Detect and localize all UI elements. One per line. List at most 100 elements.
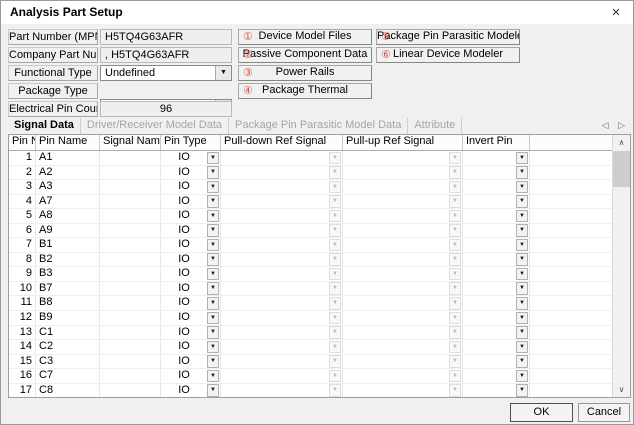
signal-name-cell[interactable] — [100, 340, 161, 354]
chevron-down-icon[interactable]: ▼ — [516, 253, 528, 266]
chevron-down-icon[interactable]: ▼ — [516, 341, 528, 354]
invert-pin-cell[interactable]: ▼ — [463, 253, 530, 267]
chevron-down-icon[interactable]: ▼ — [207, 166, 219, 179]
pin-type-cell[interactable]: IO ▼ — [161, 296, 221, 310]
tab-signal-data[interactable]: Signal Data — [8, 118, 81, 134]
pin-type-cell[interactable]: IO ▼ — [161, 355, 221, 369]
invert-pin-cell[interactable]: ▼ — [463, 180, 530, 194]
signal-name-cell[interactable] — [100, 326, 161, 340]
chevron-down-icon[interactable]: ▼ — [516, 181, 528, 194]
pin-type-cell[interactable]: IO ▼ — [161, 326, 221, 340]
chevron-down-icon[interactable]: ▼ — [207, 297, 219, 310]
chevron-down-icon[interactable]: ▼ — [207, 268, 219, 281]
passive-component-data-button[interactable]: ② Passive Component Data — [238, 47, 372, 63]
chevron-down-icon[interactable]: ▼ — [516, 384, 528, 397]
chevron-down-icon[interactable]: ▼ — [516, 239, 528, 252]
signal-name-cell[interactable] — [100, 267, 161, 281]
tab-driver-receiver-model-data[interactable]: Driver/Receiver Model Data — [81, 118, 229, 134]
invert-pin-cell[interactable]: ▼ — [463, 224, 530, 238]
signal-name-cell[interactable] — [100, 180, 161, 194]
chevron-down-icon[interactable]: ▼ — [207, 326, 219, 339]
pin-type-cell[interactable]: IO ▼ — [161, 282, 221, 296]
signal-name-cell[interactable] — [100, 384, 161, 397]
ok-button[interactable]: OK — [510, 403, 573, 422]
close-button[interactable]: × — [605, 3, 627, 22]
chevron-down-icon[interactable]: ▼ — [215, 66, 231, 80]
chevron-down-icon[interactable]: ▼ — [207, 181, 219, 194]
signal-name-cell[interactable] — [100, 166, 161, 180]
pin-type-cell[interactable]: IO ▼ — [161, 151, 221, 165]
pin-type-cell[interactable]: IO ▼ — [161, 238, 221, 252]
signal-name-cell[interactable] — [100, 296, 161, 310]
chevron-down-icon[interactable]: ▼ — [516, 210, 528, 223]
chevron-down-icon[interactable]: ▼ — [207, 341, 219, 354]
signal-name-cell[interactable] — [100, 355, 161, 369]
chevron-down-icon[interactable]: ▼ — [207, 239, 219, 252]
tab-attribute[interactable]: Attribute — [408, 118, 462, 134]
tab-package-pin-parasitic-model-data[interactable]: Package Pin Parasitic Model Data — [229, 118, 408, 134]
signal-name-cell[interactable] — [100, 151, 161, 165]
invert-pin-cell[interactable]: ▼ — [463, 209, 530, 223]
invert-pin-cell[interactable]: ▼ — [463, 384, 530, 397]
chevron-down-icon[interactable]: ▼ — [516, 224, 528, 237]
invert-pin-cell[interactable]: ▼ — [463, 340, 530, 354]
invert-pin-cell[interactable]: ▼ — [463, 166, 530, 180]
signal-name-cell[interactable] — [100, 195, 161, 209]
pin-type-cell[interactable]: IO ▼ — [161, 384, 221, 397]
pin-type-cell[interactable]: IO ▼ — [161, 311, 221, 325]
signal-name-cell[interactable] — [100, 369, 161, 383]
chevron-down-icon[interactable]: ▼ — [207, 370, 219, 383]
tab-scroll-right-icon[interactable]: ▷ — [618, 120, 625, 130]
chevron-down-icon[interactable]: ▼ — [207, 312, 219, 325]
invert-pin-cell[interactable]: ▼ — [463, 195, 530, 209]
signal-name-cell[interactable] — [100, 253, 161, 267]
pin-type-cell[interactable]: IO ▼ — [161, 209, 221, 223]
invert-pin-cell[interactable]: ▼ — [463, 326, 530, 340]
tab-scroll-left-icon[interactable]: ◁ — [602, 120, 609, 130]
chevron-down-icon[interactable]: ▼ — [207, 253, 219, 266]
pin-type-cell[interactable]: IO ▼ — [161, 253, 221, 267]
chevron-down-icon[interactable]: ▼ — [516, 152, 528, 165]
pin-type-cell[interactable]: IO ▼ — [161, 369, 221, 383]
chevron-down-icon[interactable]: ▼ — [516, 312, 528, 325]
package-pin-parasitic-modeler-button[interactable]: ⑤ Package Pin Parasitic Modeler — [376, 29, 520, 45]
invert-pin-cell[interactable]: ▼ — [463, 238, 530, 252]
invert-pin-cell[interactable]: ▼ — [463, 267, 530, 281]
signal-name-cell[interactable] — [100, 238, 161, 252]
chevron-down-icon[interactable]: ▼ — [516, 326, 528, 339]
signal-name-cell[interactable] — [100, 282, 161, 296]
pin-type-cell[interactable]: IO ▼ — [161, 340, 221, 354]
invert-pin-cell[interactable]: ▼ — [463, 151, 530, 165]
chevron-down-icon[interactable]: ▼ — [207, 355, 219, 368]
signal-name-cell[interactable] — [100, 224, 161, 238]
scroll-up-icon[interactable]: ∧ — [613, 135, 630, 150]
chevron-down-icon[interactable]: ▼ — [516, 355, 528, 368]
cancel-button[interactable]: Cancel — [578, 403, 630, 422]
invert-pin-cell[interactable]: ▼ — [463, 282, 530, 296]
invert-pin-cell[interactable]: ▼ — [463, 296, 530, 310]
package-thermal-button[interactable]: ④ Package Thermal — [238, 83, 372, 99]
chevron-down-icon[interactable]: ▼ — [207, 384, 219, 397]
vertical-scrollbar[interactable]: ∧ ∨ — [612, 135, 630, 397]
invert-pin-cell[interactable]: ▼ — [463, 369, 530, 383]
scroll-down-icon[interactable]: ∨ — [613, 382, 630, 397]
chevron-down-icon[interactable]: ▼ — [207, 152, 219, 165]
power-rails-button[interactable]: ③ Power Rails — [238, 65, 372, 81]
chevron-down-icon[interactable]: ▼ — [207, 224, 219, 237]
chevron-down-icon[interactable]: ▼ — [516, 195, 528, 208]
pin-type-cell[interactable]: IO ▼ — [161, 195, 221, 209]
signal-name-cell[interactable] — [100, 209, 161, 223]
chevron-down-icon[interactable]: ▼ — [516, 268, 528, 281]
invert-pin-cell[interactable]: ▼ — [463, 311, 530, 325]
device-model-files-button[interactable]: ① Device Model Files — [238, 29, 372, 45]
linear-device-modeler-button[interactable]: ⑥ Linear Device Modeler — [376, 47, 520, 63]
chevron-down-icon[interactable]: ▼ — [207, 195, 219, 208]
pin-type-cell[interactable]: IO ▼ — [161, 166, 221, 180]
chevron-down-icon[interactable]: ▼ — [516, 370, 528, 383]
invert-pin-cell[interactable]: ▼ — [463, 355, 530, 369]
pin-type-cell[interactable]: IO ▼ — [161, 224, 221, 238]
chevron-down-icon[interactable]: ▼ — [207, 282, 219, 295]
signal-name-cell[interactable] — [100, 311, 161, 325]
chevron-down-icon[interactable]: ▼ — [516, 166, 528, 179]
pin-type-cell[interactable]: IO ▼ — [161, 180, 221, 194]
